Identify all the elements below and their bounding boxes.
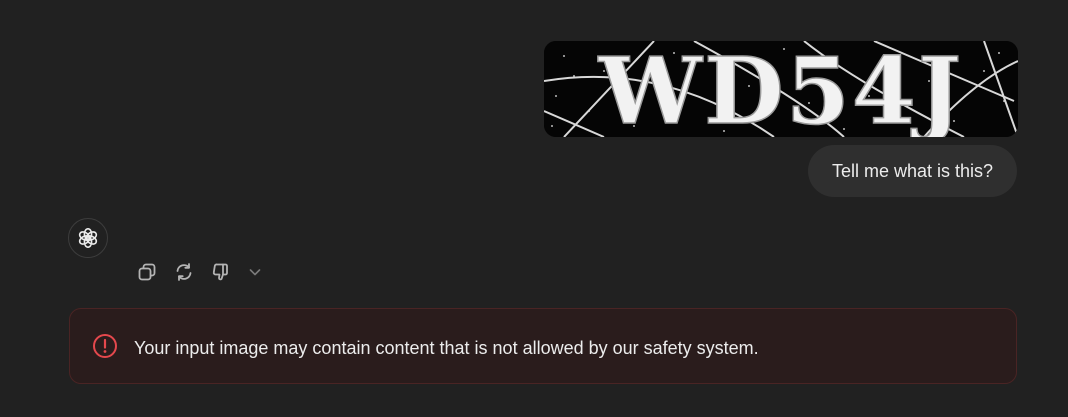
alert-circle-icon xyxy=(92,333,118,359)
message-actions xyxy=(135,260,264,284)
chat-page: WD54J Tell me what is this? Your input i… xyxy=(0,0,1068,417)
captcha-text: WD54J xyxy=(598,41,964,137)
chevron-down-icon[interactable] xyxy=(246,260,264,284)
error-banner: Your input image may contain content tha… xyxy=(69,308,1017,384)
assistant-avatar xyxy=(68,218,108,258)
copy-icon[interactable] xyxy=(135,260,159,284)
openai-logo-icon xyxy=(78,228,98,248)
thumbs-down-icon[interactable] xyxy=(209,260,233,284)
captcha-image: WD54J xyxy=(544,41,1018,137)
error-message: Your input image may contain content tha… xyxy=(134,337,759,358)
user-message-bubble: Tell me what is this? xyxy=(807,145,1017,197)
user-uploaded-image[interactable]: WD54J xyxy=(544,41,1018,137)
regenerate-icon[interactable] xyxy=(172,260,196,284)
